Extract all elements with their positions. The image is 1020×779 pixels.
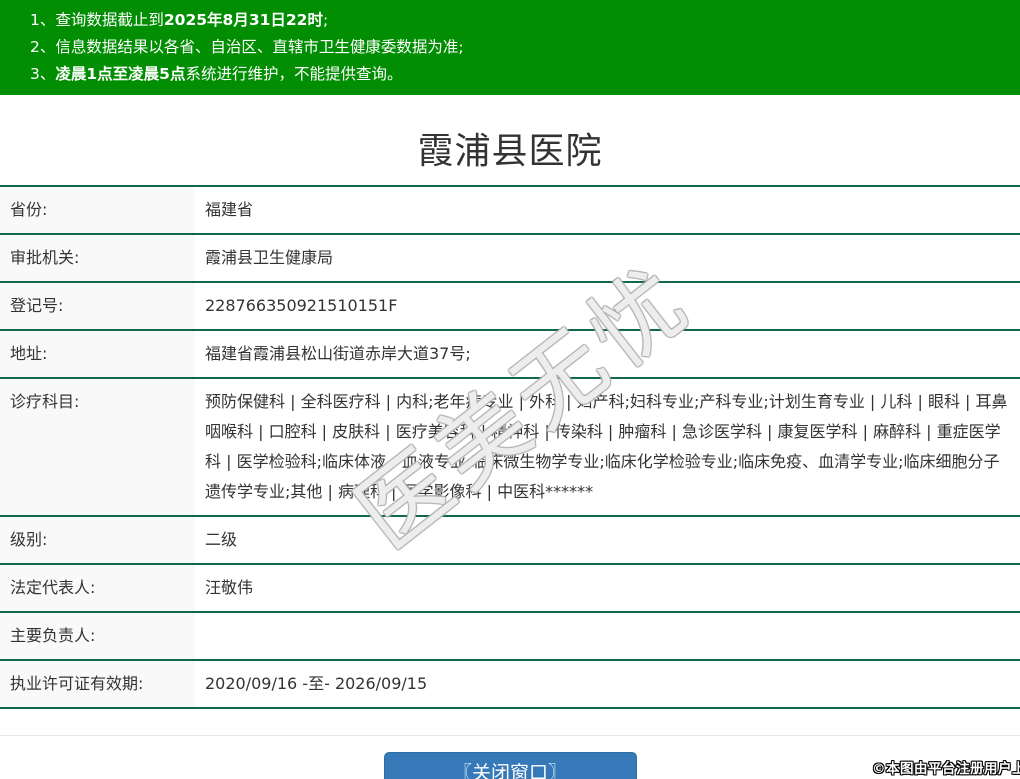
table-row: 登记号:228766350921510151F: [0, 283, 1020, 331]
notice-line: 3、凌晨1点至凌晨5点系统进行维护，不能提供查询。: [30, 61, 1010, 88]
notice-text-num: 3、: [30, 65, 55, 83]
row-value: 228766350921510151F: [195, 283, 1020, 329]
row-value: 福建省霞浦县松山街道赤岸大道37号;: [195, 331, 1020, 377]
notice-line: 1、查询数据截止到2025年8月31日22时;: [30, 7, 1010, 34]
table-row: 诊疗科目:预防保健科 | 全科医疗科 | 内科;老年病专业 | 外科 | 妇产科…: [0, 379, 1020, 517]
close-window-button[interactable]: 〖关闭窗口〗: [384, 752, 637, 779]
copyright-watermark: ©本图由平台注册用户上传: [872, 757, 1020, 777]
separator-line: [0, 735, 1020, 736]
table-row: 执业许可证有效期:2020/09/16 -至- 2026/09/15: [0, 661, 1020, 709]
notice-text-pre: 信息数据结果以各省、自治区、直辖市卫生健康委数据为准;: [55, 38, 463, 56]
notice-text-num: 2、: [30, 38, 55, 56]
row-value: 福建省: [195, 187, 1020, 233]
row-value: 汪敬伟: [195, 565, 1020, 611]
row-label: 法定代表人:: [0, 565, 195, 611]
notice-text-bold: 凌晨1点至凌晨5点: [55, 65, 185, 83]
row-value: 霞浦县卫生健康局: [195, 235, 1020, 281]
notice-banner: 1、查询数据截止到2025年8月31日22时;2、信息数据结果以各省、自治区、直…: [0, 0, 1020, 95]
row-label: 审批机关:: [0, 235, 195, 281]
query-result-page: 1、查询数据截止到2025年8月31日22时;2、信息数据结果以各省、自治区、直…: [0, 0, 1020, 779]
notice-text-post: ;: [323, 11, 328, 29]
row-value: [195, 613, 1020, 659]
notice-text-num: 1、: [30, 11, 55, 29]
row-label: 主要负责人:: [0, 613, 195, 659]
table-row: 审批机关:霞浦县卫生健康局: [0, 235, 1020, 283]
table-row: 法定代表人:汪敬伟: [0, 565, 1020, 613]
notice-text-post: 系统进行维护，不能提供查询。: [185, 65, 402, 83]
table-row: 省份:福建省: [0, 187, 1020, 235]
table-row: 地址:福建省霞浦县松山街道赤岸大道37号;: [0, 331, 1020, 379]
table-row: 主要负责人:: [0, 613, 1020, 661]
row-value: 2020/09/16 -至- 2026/09/15: [195, 661, 1020, 707]
notice-text-bold: 2025年8月31日22时: [164, 11, 323, 29]
row-value: 预防保健科 | 全科医疗科 | 内科;老年病专业 | 外科 | 妇产科;妇科专业…: [195, 379, 1020, 515]
row-label: 登记号:: [0, 283, 195, 329]
row-value: 二级: [195, 517, 1020, 563]
row-label: 级别:: [0, 517, 195, 563]
table-row: 级别:二级: [0, 517, 1020, 565]
details-table: 省份:福建省审批机关:霞浦县卫生健康局登记号:22876635092151015…: [0, 185, 1020, 709]
page-title: 霞浦县医院: [0, 95, 1020, 185]
row-label: 诊疗科目:: [0, 379, 195, 515]
row-label: 地址:: [0, 331, 195, 377]
row-label: 执业许可证有效期:: [0, 661, 195, 707]
row-label: 省份:: [0, 187, 195, 233]
notice-line: 2、信息数据结果以各省、自治区、直辖市卫生健康委数据为准;: [30, 34, 1010, 61]
notice-text-pre: 查询数据截止到: [55, 11, 164, 29]
